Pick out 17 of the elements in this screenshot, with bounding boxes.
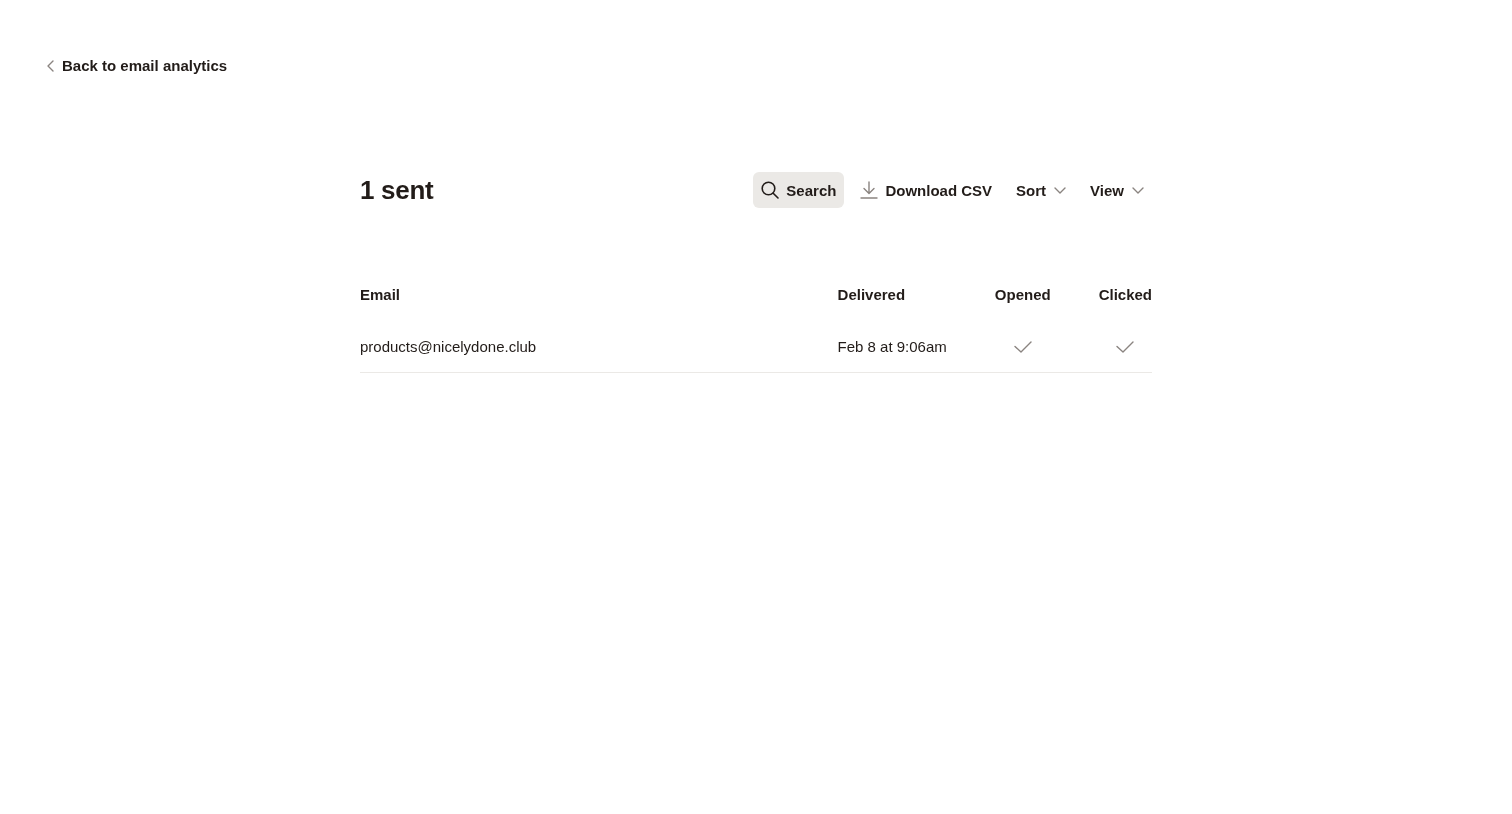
- column-header: Opened: [994, 285, 1051, 305]
- dropdown-button[interactable]: Sort: [1008, 172, 1075, 208]
- column-header: Delivered: [837, 285, 906, 305]
- search-icon: [761, 181, 780, 199]
- search-button[interactable]: Search: [753, 172, 845, 208]
- back-link[interactable]: Back to email analytics: [47, 56, 228, 76]
- table-cell: products@nicelydone.club: [360, 337, 537, 357]
- column-header: Clicked: [1098, 285, 1152, 305]
- download-icon: [860, 181, 879, 199]
- download-csv-button[interactable]: Download CSV: [852, 172, 1001, 208]
- chevron-down-icon: [1054, 186, 1067, 194]
- chevron-down-icon: [1132, 186, 1144, 194]
- table-cell: Feb 8 at 9:06am: [837, 337, 947, 357]
- chevron-left-icon: [47, 60, 54, 72]
- column-header: Email: [360, 285, 401, 305]
- page-title: 1 sent: [360, 174, 434, 206]
- dropdown-button[interactable]: View: [1082, 172, 1152, 208]
